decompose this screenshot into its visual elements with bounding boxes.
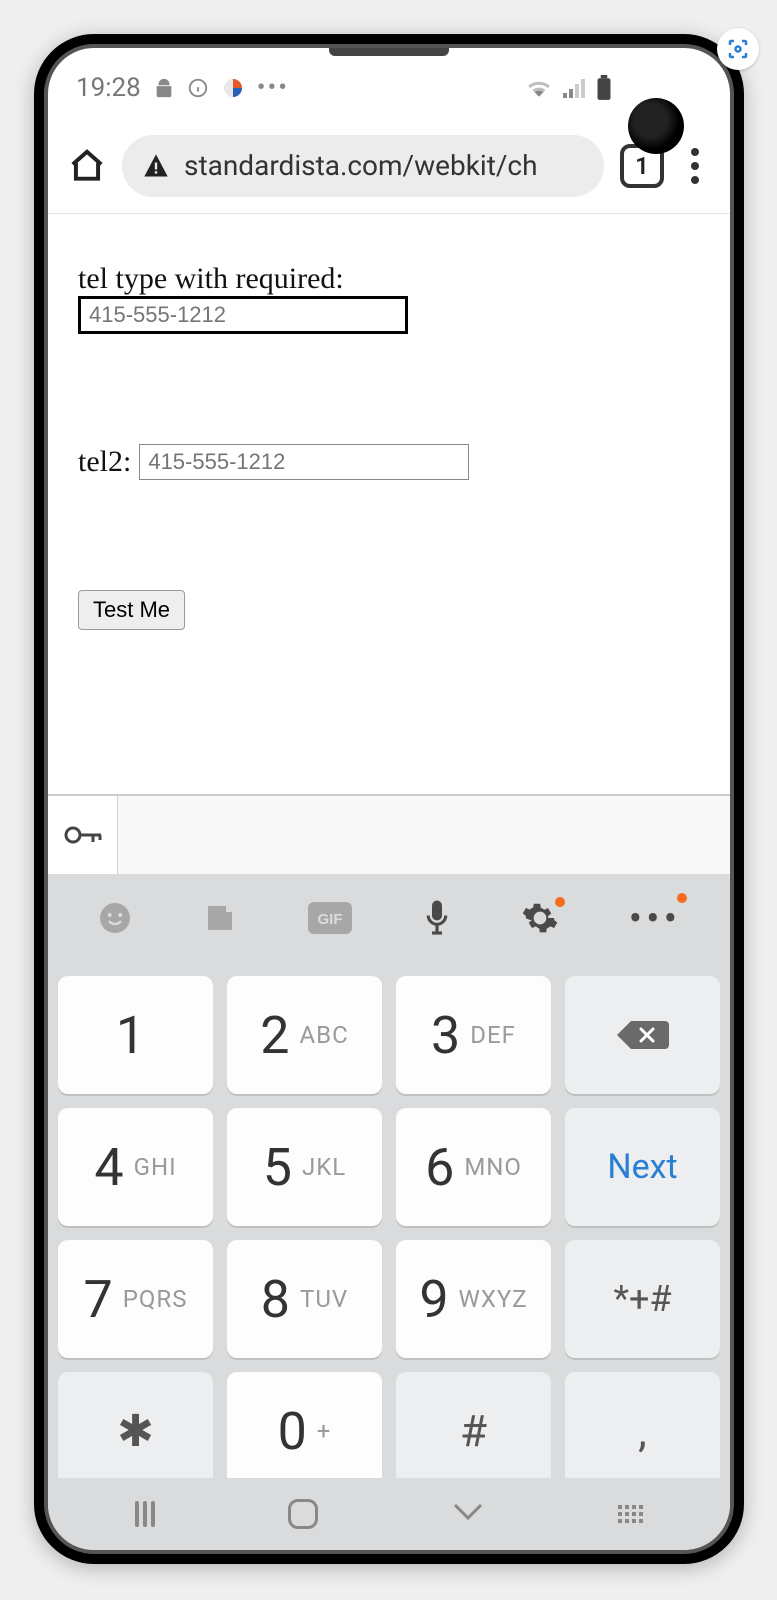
key-3[interactable]: 3DEF [396, 976, 551, 1094]
mic-icon[interactable] [422, 898, 452, 938]
gif-icon[interactable]: GIF [308, 902, 352, 934]
wifi-icon [526, 77, 552, 99]
url-text: standardista.com/webkit/ch [184, 149, 538, 182]
back-button[interactable] [451, 1501, 485, 1527]
key-6[interactable]: 6MNO [396, 1108, 551, 1226]
tel2-input[interactable] [139, 444, 469, 480]
info-icon [187, 77, 209, 99]
key-0[interactable]: 0+ [227, 1372, 382, 1490]
recents-button[interactable] [135, 1501, 155, 1527]
sticker-icon[interactable] [202, 900, 238, 936]
home-icon[interactable] [68, 147, 106, 185]
test-me-button[interactable]: Test Me [78, 590, 185, 630]
phone-frame: 19:28 ••• [34, 34, 744, 1564]
key-comma[interactable]: , [565, 1372, 720, 1490]
twister-icon [221, 76, 245, 100]
status-bar: 19:28 ••• [48, 48, 730, 118]
web-page-content: tel type with required: tel2: Test Me [48, 214, 730, 794]
key-star[interactable]: ✱ [58, 1372, 213, 1490]
emoji-icon[interactable] [97, 900, 133, 936]
browser-menu-button[interactable] [680, 148, 710, 184]
key-5[interactable]: 5JKL [227, 1108, 382, 1226]
key-1[interactable]: 1 [58, 976, 213, 1094]
not-secure-icon [142, 152, 170, 180]
key-7[interactable]: 7PQRS [58, 1240, 213, 1358]
key-9[interactable]: 9WXYZ [396, 1240, 551, 1358]
key-2[interactable]: 2ABC [227, 976, 382, 1094]
tel1-label: tel type with required: [78, 262, 700, 296]
url-bar[interactable]: standardista.com/webkit/ch [122, 135, 604, 197]
tel1-input[interactable] [78, 296, 408, 334]
browser-toolbar: standardista.com/webkit/ch 1 [48, 118, 730, 214]
battery-icon [596, 75, 612, 101]
home-button[interactable] [288, 1499, 318, 1529]
svg-text:GIF: GIF [317, 911, 342, 928]
key-next[interactable]: Next [565, 1108, 720, 1226]
key-4[interactable]: 4GHI [58, 1108, 213, 1226]
keyboard-toggle-icon[interactable] [618, 1505, 643, 1523]
clock-text: 19:28 [76, 73, 141, 103]
key-symbols[interactable]: *+# [565, 1240, 720, 1358]
key-8[interactable]: 8TUV [227, 1240, 382, 1358]
keyboard-toolbar: GIF ••• [48, 874, 730, 962]
screen-capture-button[interactable] [717, 28, 759, 70]
more-notifications-icon: ••• [257, 73, 289, 103]
key-backspace[interactable] [565, 976, 720, 1094]
keyboard-settings-icon[interactable] [521, 899, 559, 937]
tel2-label: tel2: [78, 445, 131, 479]
android-icon [153, 77, 175, 99]
numeric-keypad: 1 2ABC 3DEF 4GHI 5JKL 6MNO Next 7PQRS 8T… [48, 962, 730, 1514]
key-hash[interactable]: # [396, 1372, 551, 1490]
tab-count-text: 1 [635, 152, 649, 180]
front-camera [628, 98, 684, 154]
suggestion-area[interactable] [118, 796, 730, 874]
keyboard-more-icon[interactable]: ••• [629, 895, 682, 942]
android-nav-bar [48, 1478, 730, 1550]
signal-icon [562, 77, 586, 99]
keyboard-suggestion-bar [48, 794, 730, 874]
password-key-icon[interactable] [48, 796, 118, 874]
phone-speaker [329, 46, 449, 56]
